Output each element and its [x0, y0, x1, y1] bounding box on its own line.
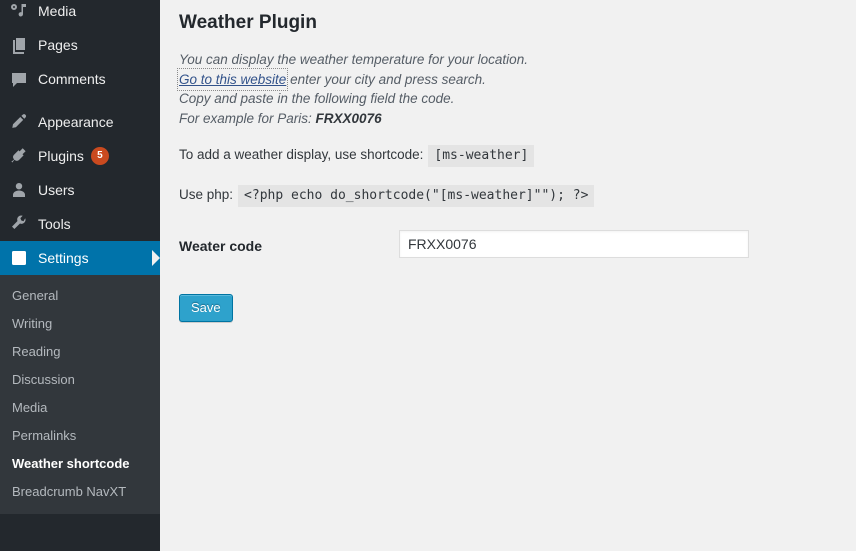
- settings-icon: [9, 248, 29, 268]
- sidebar-item-label: Comments: [38, 71, 106, 87]
- intro-line-4-prefix: For example for Paris:: [179, 110, 316, 126]
- intro-line-4: For example for Paris: FRXX0076: [179, 109, 856, 129]
- sidebar-item-label: Plugins: [38, 148, 84, 164]
- tools-icon: [9, 214, 29, 234]
- wp-admin-screen: Posts Media Pages Comme: [0, 0, 856, 551]
- media-icon: [9, 1, 29, 21]
- php-usage-label: Use php:: [179, 187, 234, 202]
- go-to-website-link[interactable]: Go to this website: [176, 67, 289, 91]
- submenu-item-permalinks[interactable]: Permalinks: [0, 422, 160, 450]
- submenu-item-media[interactable]: Media: [0, 394, 160, 422]
- sidebar-item-label: Tools: [38, 216, 71, 232]
- comments-icon: [9, 69, 29, 89]
- sidebar-item-label: Users: [38, 182, 75, 198]
- submenu-item-writing[interactable]: Writing: [0, 310, 160, 338]
- page-title: Weather Plugin: [179, 12, 317, 33]
- settings-page-content: Weather Plugin You can display the weath…: [160, 0, 856, 551]
- intro-line-1: You can display the weather temperature …: [179, 52, 528, 67]
- users-icon: [9, 180, 29, 200]
- shortcode-usage-label: To add a weather display, use shortcode:: [179, 147, 424, 162]
- submenu-item-discussion[interactable]: Discussion: [0, 366, 160, 394]
- weather-code-row: Weater code: [160, 230, 856, 260]
- intro-line-3: Copy and paste in the following field th…: [179, 91, 455, 106]
- submenu-item-general[interactable]: General: [0, 282, 160, 310]
- plugins-icon: [9, 146, 29, 166]
- save-button-wrap: Save: [160, 260, 856, 322]
- sidebar-item-label: Pages: [38, 37, 78, 53]
- shortcode-usage-row: To add a weather display, use shortcode:…: [160, 128, 856, 167]
- intro-line-2: Go to this website enter your city and p…: [176, 67, 856, 91]
- submenu-item-reading[interactable]: Reading: [0, 338, 160, 366]
- settings-submenu: General Writing Reading Discussion Media…: [0, 275, 160, 514]
- weather-code-label: Weater code: [179, 238, 262, 254]
- sidebar-item-appearance[interactable]: Appearance: [0, 105, 160, 139]
- sidebar-item-media[interactable]: Media: [0, 0, 160, 28]
- sidebar-item-label: Media: [38, 3, 77, 19]
- pages-icon: [9, 35, 29, 55]
- intro-line-2-rest: enter your city and press search.: [286, 71, 486, 87]
- intro-text: You can display the weather temperature …: [160, 40, 856, 128]
- sidebar-item-plugins[interactable]: Plugins 5: [0, 139, 160, 173]
- appearance-icon: [9, 112, 29, 132]
- plugins-update-badge: 5: [90, 147, 109, 165]
- sidebar-item-settings[interactable]: Settings: [0, 241, 160, 275]
- sidebar-item-tools[interactable]: Tools: [0, 207, 160, 241]
- admin-sidebar: Posts Media Pages Comme: [0, 0, 160, 551]
- menu-separator: [0, 96, 160, 105]
- sidebar-item-pages[interactable]: Pages: [0, 28, 160, 62]
- submenu-item-weather-shortcode[interactable]: Weather shortcode: [0, 450, 160, 478]
- sidebar-item-label: Appearance: [38, 114, 114, 130]
- submenu-item-breadcrumb-navxt[interactable]: Breadcrumb NavXT: [0, 478, 160, 506]
- save-button[interactable]: Save: [179, 294, 233, 322]
- php-usage-row: Use php: <?php echo do_shortcode("[ms-wea…: [160, 167, 856, 207]
- sidebar-item-comments[interactable]: Comments: [0, 62, 160, 96]
- sidebar-item-label: Settings: [38, 250, 89, 266]
- shortcode-snippet: [ms-weather]: [428, 145, 535, 167]
- weather-code-field-wrap: [399, 230, 856, 258]
- weather-code-input[interactable]: [399, 230, 749, 258]
- example-weather-code: FRXX0076: [315, 110, 382, 126]
- sidebar-item-users[interactable]: Users: [0, 173, 160, 207]
- weather-settings-form: Weater code Save: [160, 207, 856, 322]
- php-snippet: <?php echo do_shortcode("[ms-weather]"")…: [238, 185, 595, 207]
- admin-menu: Posts Media Pages Comme: [0, 0, 160, 275]
